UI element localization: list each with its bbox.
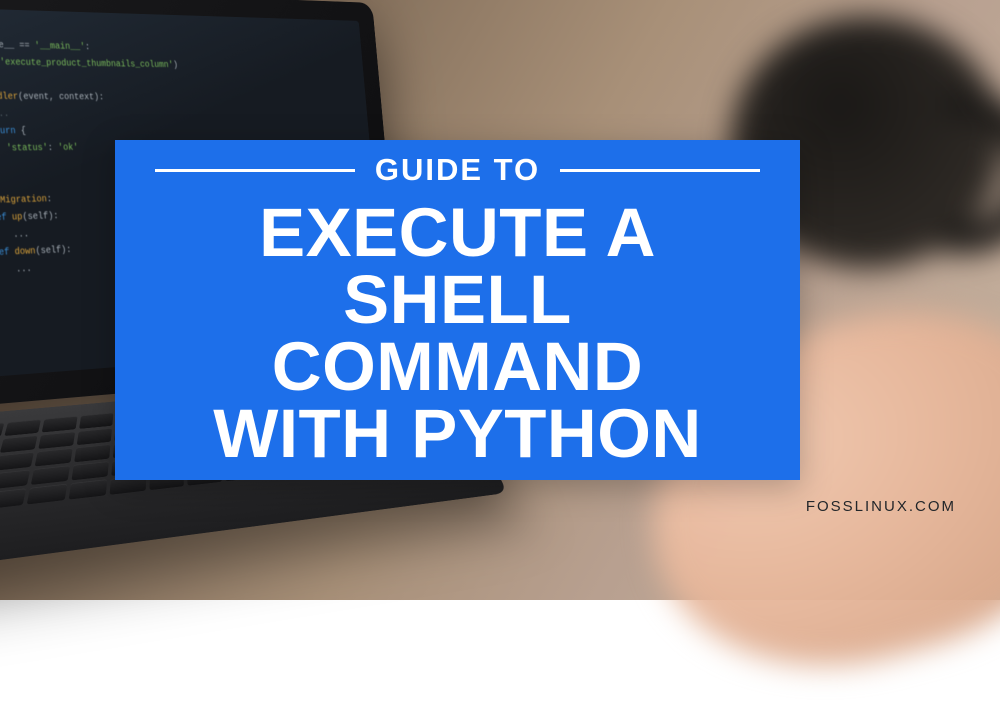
key xyxy=(0,488,27,509)
key xyxy=(0,452,34,471)
key xyxy=(69,479,107,499)
key xyxy=(4,419,41,436)
hero-image: if __name__ == '__main__': run('execute_… xyxy=(0,0,1000,600)
key xyxy=(39,432,76,449)
key xyxy=(72,461,109,480)
key xyxy=(0,423,4,440)
title-line-1: EXECUTE A xyxy=(155,200,760,267)
key xyxy=(27,484,67,505)
divider-left xyxy=(155,169,355,172)
key xyxy=(79,413,113,429)
kicker-row: GUIDE TO xyxy=(155,152,760,188)
watermark: FOSSLINUX.COM xyxy=(806,498,956,515)
key xyxy=(77,428,112,445)
key xyxy=(42,416,78,432)
divider-right xyxy=(560,169,760,172)
key xyxy=(74,444,110,462)
kicker-text: GUIDE TO xyxy=(375,152,540,188)
title-line-2: SHELL COMMAND xyxy=(155,267,760,401)
key xyxy=(35,448,73,466)
key xyxy=(0,435,38,453)
key xyxy=(31,465,70,484)
main-title: EXECUTE A SHELL COMMAND WITH PYTHON xyxy=(155,200,760,468)
key xyxy=(0,470,31,490)
title-line-3: WITH PYTHON xyxy=(155,401,760,468)
title-banner: GUIDE TO EXECUTE A SHELL COMMAND WITH PY… xyxy=(115,140,800,480)
